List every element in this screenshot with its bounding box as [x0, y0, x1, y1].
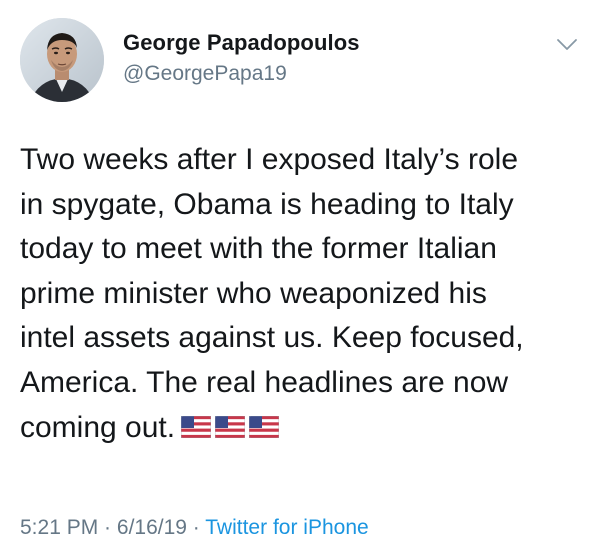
- tweet-text-line: prime minister who weaponized his: [20, 276, 487, 310]
- flag-emoji-group: [180, 406, 283, 452]
- meta-separator: ·: [98, 516, 117, 539]
- tweet-source-link[interactable]: Twitter for iPhone: [205, 516, 368, 539]
- tweet-card: George Papadopoulos @GeorgePapa19 Two we…: [0, 0, 597, 560]
- author-handle[interactable]: @GeorgePapa19: [123, 62, 287, 86]
- meta-separator: ·: [186, 516, 206, 539]
- tweet-text-line: America. The real headlines are now: [20, 365, 509, 399]
- avatar[interactable]: [20, 18, 104, 102]
- author-name[interactable]: George Papadopoulos: [123, 30, 360, 56]
- tweet-text-line: intel assets against us. Keep focused,: [20, 321, 524, 355]
- tweet-time[interactable]: 5:21 PM: [20, 516, 98, 539]
- us-flag-icon: [180, 407, 212, 452]
- tweet-text-line: in spygate, Obama is heading to Italy: [20, 187, 514, 221]
- chevron-down-icon[interactable]: [556, 38, 578, 52]
- tweet-text-line: Two weeks after I exposed Italy’s role: [20, 143, 519, 176]
- us-flag-icon: [248, 407, 280, 452]
- tweet-date[interactable]: 6/16/19: [117, 516, 187, 539]
- tweet-text-line: today to meet with the former Italian: [20, 232, 497, 266]
- tweet-text: Two weeks after I exposed Italy’s role i…: [20, 138, 580, 451]
- tweet-meta: 5:21 PM · 6/16/19 · Twitter for iPhone: [20, 516, 369, 540]
- tweet-text-last-line: coming out.: [20, 406, 580, 452]
- us-flag-icon: [214, 407, 246, 452]
- tweet-text-line: coming out.: [20, 410, 176, 444]
